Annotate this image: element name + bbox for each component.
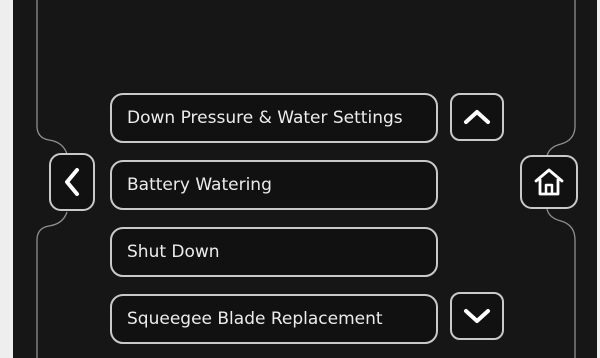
menu-item-down-pressure-water-settings[interactable]: Down Pressure & Water Settings <box>110 93 438 143</box>
menu-item-label: Squeegee Blade Replacement <box>127 309 383 329</box>
home-icon <box>534 168 564 196</box>
menu-item-battery-watering[interactable]: Battery Watering <box>110 160 438 210</box>
home-button[interactable] <box>520 155 578 209</box>
scroll-up-button[interactable] <box>450 93 504 141</box>
chevron-down-icon <box>464 309 490 323</box>
menu-item-label: Down Pressure & Water Settings <box>127 108 403 128</box>
back-button[interactable] <box>49 153 95 211</box>
menu-item-shut-down[interactable]: Shut Down <box>110 227 438 277</box>
touch-screen: Down Pressure & Water Settings Battery W… <box>13 0 597 358</box>
menu-item-label: Battery Watering <box>127 175 272 195</box>
chevron-left-icon <box>65 168 79 196</box>
chevron-up-icon <box>464 110 490 124</box>
menu-item-squeegee-blade-replacement[interactable]: Squeegee Blade Replacement <box>110 294 438 344</box>
scroll-down-button[interactable] <box>450 292 504 340</box>
menu-item-label: Shut Down <box>127 242 220 262</box>
